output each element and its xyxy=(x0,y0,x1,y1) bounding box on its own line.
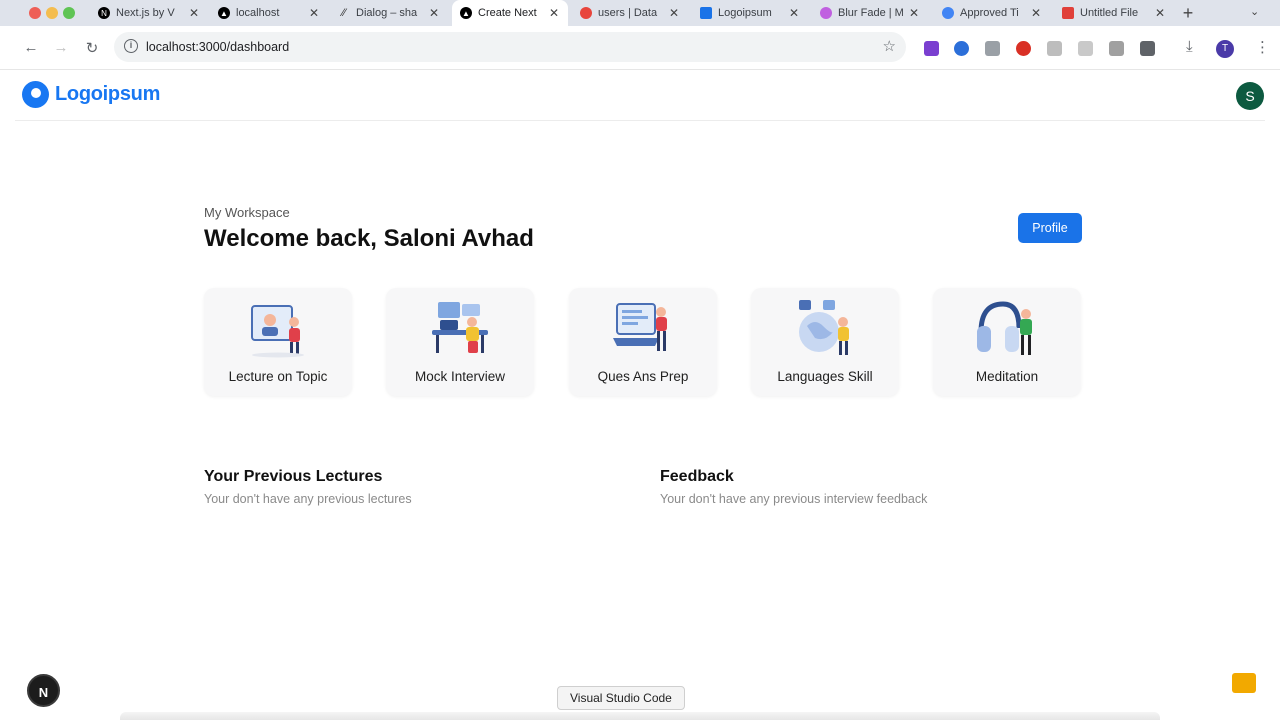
lecture-illustration-icon xyxy=(251,305,304,358)
bookmark-star-icon[interactable]: ☆ xyxy=(883,37,896,55)
extension-icon[interactable] xyxy=(985,41,1000,56)
page-title: Welcome back, Saloni Avhad xyxy=(204,225,534,252)
browser-tab[interactable]: ▲ localhost ✕ xyxy=(210,0,328,26)
browser-tab[interactable]: Logoipsum ✕ xyxy=(692,0,808,26)
logo-icon xyxy=(22,81,49,108)
feedback-title: Feedback xyxy=(660,468,734,485)
option-card-languages[interactable]: Languages Skill xyxy=(751,288,899,396)
site-info-icon[interactable]: i xyxy=(124,39,138,53)
close-tab-icon[interactable]: ✕ xyxy=(666,6,682,20)
reload-icon[interactable]: ↻ xyxy=(83,39,101,57)
maximize-window-button[interactable] xyxy=(63,7,75,19)
magicui-favicon-icon xyxy=(820,7,832,19)
triangle-favicon-icon: ▲ xyxy=(460,7,472,19)
logo[interactable]: Logoipsum xyxy=(22,81,160,108)
browser-toolbar: ← → ↻ i localhost:3000/dashboard ☆ ⤓ xyxy=(0,26,1280,70)
close-tab-icon[interactable]: ✕ xyxy=(786,6,802,20)
watermark-logo xyxy=(1232,673,1256,693)
extension-icon[interactable] xyxy=(1016,41,1031,56)
close-tab-icon[interactable]: ✕ xyxy=(546,6,562,20)
extension-icon[interactable] xyxy=(1109,41,1124,56)
new-tab-plus-icon[interactable]: + xyxy=(1180,3,1196,24)
back-arrow-icon[interactable]: ← xyxy=(22,39,40,56)
previous-lectures-title: Your Previous Lectures xyxy=(204,468,383,485)
close-tab-icon[interactable]: ✕ xyxy=(906,6,922,20)
user-avatar[interactable]: S xyxy=(1236,82,1264,110)
logoipsum-favicon-icon xyxy=(700,7,712,19)
previous-lectures-empty: Your don't have any previous lectures xyxy=(204,492,412,506)
profile-button[interactable]: Profile xyxy=(1018,213,1082,243)
triangle-favicon-icon: ▲ xyxy=(218,7,230,19)
extension-icon[interactable] xyxy=(924,41,939,56)
tab-search-chevron-icon[interactable]: ⌄ xyxy=(1250,5,1259,18)
close-tab-icon[interactable]: ✕ xyxy=(186,6,202,20)
minimize-window-button[interactable] xyxy=(46,7,58,19)
workspace-label: My Workspace xyxy=(204,205,290,220)
browser-tab[interactable]: users | Data ✕ xyxy=(572,0,688,26)
app-header: Logoipsum S xyxy=(15,70,1265,121)
dock-tooltip: Visual Studio Code xyxy=(557,686,685,710)
slash-favicon-icon: ⁄⁄ xyxy=(342,7,346,19)
browser-tab[interactable]: Untitled File ✕ xyxy=(1054,0,1174,26)
nextjs-favicon-icon: N xyxy=(98,7,110,19)
feedback-empty: Your don't have any previous interview f… xyxy=(660,492,928,506)
browser-tab[interactable]: ⁄⁄ Dialog – sha ✕ xyxy=(330,0,448,26)
globe-illustration-icon xyxy=(799,300,849,355)
google-favicon-icon xyxy=(942,7,954,19)
nextjs-dev-indicator[interactable]: N xyxy=(27,674,60,707)
browser-profile-avatar[interactable]: T xyxy=(1216,40,1234,58)
close-tab-icon[interactable]: ✕ xyxy=(426,6,442,20)
dock xyxy=(120,712,1160,720)
headphones-illustration-icon xyxy=(977,301,1032,355)
browser-menu-icon[interactable]: ⋮ xyxy=(1255,38,1270,56)
address-bar[interactable]: i localhost:3000/dashboard ☆ xyxy=(114,32,906,62)
close-window-button[interactable] xyxy=(29,7,41,19)
eraser-favicon-icon xyxy=(1062,7,1074,19)
browser-tab[interactable]: Approved Ti ✕ xyxy=(934,0,1050,26)
extension-icon[interactable] xyxy=(954,41,969,56)
close-tab-icon[interactable]: ✕ xyxy=(1028,6,1044,20)
puzzle-extensions-icon[interactable] xyxy=(1140,41,1155,56)
option-card-mock-interview[interactable]: Mock Interview xyxy=(386,288,534,396)
download-icon[interactable]: ⤓ xyxy=(1186,38,1201,55)
option-card-ques-ans[interactable]: Ques Ans Prep xyxy=(569,288,717,396)
interview-illustration-icon xyxy=(432,302,488,353)
forward-arrow-icon[interactable]: → xyxy=(52,39,70,56)
option-card-lecture[interactable]: Lecture on Topic xyxy=(204,288,352,396)
extension-icon[interactable] xyxy=(1047,41,1062,56)
option-card-meditation[interactable]: Meditation xyxy=(933,288,1081,396)
close-tab-icon[interactable]: ✕ xyxy=(306,6,322,20)
browser-tab[interactable]: N Next.js by V ✕ xyxy=(90,0,208,26)
extension-icon[interactable] xyxy=(1078,41,1093,56)
browser-tab-bar: N Next.js by V ✕ ▲ localhost ✕ ⁄⁄ Dialog… xyxy=(0,0,1280,26)
laptop-illustration-icon xyxy=(613,303,667,351)
database-favicon-icon xyxy=(580,7,592,19)
browser-tab[interactable]: Blur Fade | M ✕ xyxy=(812,0,928,26)
browser-tab-active[interactable]: ▲ Create Next ✕ xyxy=(452,0,568,26)
close-tab-icon[interactable]: ✕ xyxy=(1152,6,1168,20)
